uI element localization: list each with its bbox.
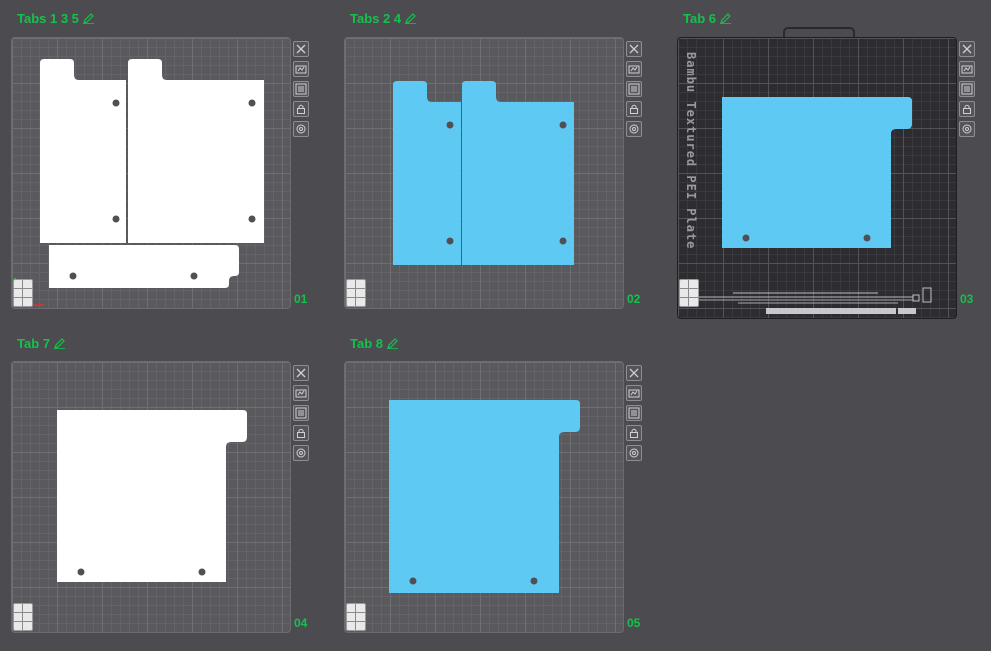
arrange-icon[interactable] xyxy=(959,81,975,97)
settings-icon[interactable] xyxy=(293,445,309,461)
plate-name: Tabs 2 4 xyxy=(350,11,402,26)
plate-toolbar-04 xyxy=(293,365,309,461)
bed-brand-label: Bambu Textured PEI Plate xyxy=(684,52,698,250)
tab-part[interactable] xyxy=(49,245,241,288)
arrange-icon[interactable] xyxy=(626,81,642,97)
plate-number: 04 xyxy=(294,616,308,630)
arrange-icon[interactable] xyxy=(293,81,309,97)
plate-name: Tab 8 xyxy=(350,336,383,351)
plate-title-02[interactable]: Tabs 2 4 xyxy=(350,11,417,26)
edit-icon[interactable] xyxy=(720,13,731,24)
plate-title-04[interactable]: Tab 7 xyxy=(17,336,65,351)
plate-name: Tab 7 xyxy=(17,336,50,351)
settings-icon[interactable] xyxy=(959,121,975,137)
plate-toolbar-05 xyxy=(626,365,642,461)
build-plate-03[interactable]: Bambu Textured PEI Plate xyxy=(677,37,957,319)
plate-number: 01 xyxy=(294,292,308,306)
tab-part[interactable] xyxy=(40,59,126,243)
plate-title-01[interactable]: Tabs 1 3 5 xyxy=(17,11,94,26)
build-plate-02[interactable] xyxy=(344,37,624,309)
tab-part[interactable] xyxy=(389,400,580,593)
bed-rail-markings xyxy=(698,287,932,314)
arrange-icon[interactable] xyxy=(293,405,309,421)
plate-name: Tabs 1 3 5 xyxy=(17,11,79,26)
plate-title-03[interactable]: Tab 6 xyxy=(683,11,731,26)
plate-toolbar-02 xyxy=(626,41,642,137)
tab-part[interactable] xyxy=(462,81,574,265)
lock-icon[interactable] xyxy=(626,425,642,441)
plate-title-05[interactable]: Tab 8 xyxy=(350,336,398,351)
grid-icon[interactable] xyxy=(679,279,699,307)
close-icon[interactable] xyxy=(626,365,642,381)
lock-icon[interactable] xyxy=(959,101,975,117)
settings-icon[interactable] xyxy=(293,121,309,137)
build-plate-05[interactable] xyxy=(344,361,624,633)
close-icon[interactable] xyxy=(626,41,642,57)
plate-toolbar-03 xyxy=(959,41,975,137)
build-plate-04[interactable] xyxy=(11,361,291,633)
settings-icon[interactable] xyxy=(626,121,642,137)
grid-icon[interactable] xyxy=(13,279,33,307)
close-icon[interactable] xyxy=(959,41,975,57)
grid-icon[interactable] xyxy=(346,603,366,631)
edit-icon[interactable] xyxy=(82,13,94,24)
edit-icon[interactable] xyxy=(387,338,398,349)
auto-orient-icon[interactable] xyxy=(626,385,642,401)
edit-icon[interactable] xyxy=(405,13,417,24)
close-icon[interactable] xyxy=(293,41,309,57)
grid-icon[interactable] xyxy=(346,279,366,307)
auto-orient-icon[interactable] xyxy=(293,61,309,77)
auto-orient-icon[interactable] xyxy=(293,385,309,401)
grid-icon[interactable] xyxy=(13,603,33,631)
plate-toolbar-01 xyxy=(293,41,309,137)
plate-number: 03 xyxy=(960,292,974,306)
arrange-icon[interactable] xyxy=(626,405,642,421)
tab-part[interactable] xyxy=(57,410,247,582)
plate-name: Tab 6 xyxy=(683,11,716,26)
plate-number: 02 xyxy=(627,292,641,306)
tab-part[interactable] xyxy=(393,81,461,265)
build-plate-01[interactable] xyxy=(11,37,291,309)
plate-number: 05 xyxy=(627,616,641,630)
edit-icon[interactable] xyxy=(54,338,65,349)
tab-part[interactable] xyxy=(128,59,264,243)
lock-icon[interactable] xyxy=(626,101,642,117)
auto-orient-icon[interactable] xyxy=(626,61,642,77)
lock-icon[interactable] xyxy=(293,425,309,441)
auto-orient-icon[interactable] xyxy=(959,61,975,77)
tab-part[interactable] xyxy=(722,97,912,248)
settings-icon[interactable] xyxy=(626,445,642,461)
close-icon[interactable] xyxy=(293,365,309,381)
lock-icon[interactable] xyxy=(293,101,309,117)
